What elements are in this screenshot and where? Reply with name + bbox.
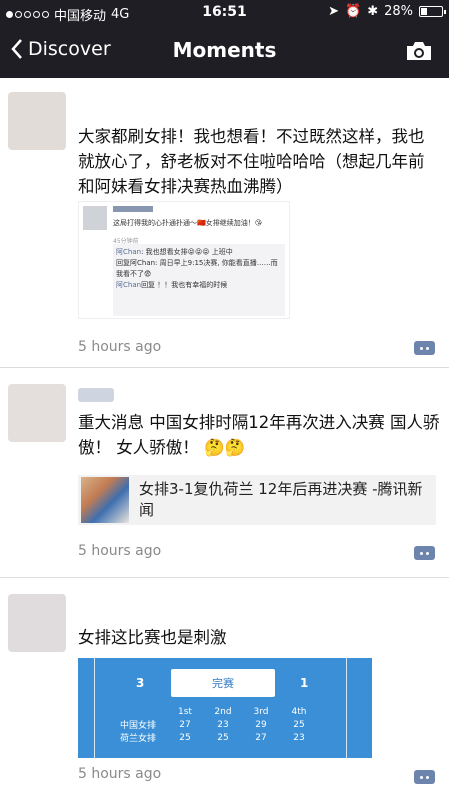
battery-icon xyxy=(419,6,446,17)
score-row: 中国女排 27 23 29 25 xyxy=(120,719,305,732)
post-text: 大家都刷女排！我也想看！不过既然这样，我也就放心了，舒老板对不住啦哈哈哈（想起几… xyxy=(78,127,425,196)
avatar[interactable] xyxy=(8,384,66,442)
post-text: 女排这比赛也是刺激 xyxy=(78,628,227,647)
moment-post: 女排这比赛也是刺激 3 完赛 1 1st 2nd 3rd 4th 中国女排 27… xyxy=(0,578,449,800)
post-image[interactable]: 这局打得我的心扑通扑通～🇨🇳女排继续加油！😘 45分钟前 阿Chan: 我也想看… xyxy=(78,201,290,319)
camera-icon[interactable] xyxy=(405,40,433,62)
bluetooth-icon: ✱ xyxy=(367,4,379,19)
moments-feed: 大家都刷女排！我也想看！不过既然这样，我也就放心了，舒老板对不住啦哈哈哈（想起几… xyxy=(0,78,449,800)
right-score: 1 xyxy=(300,676,309,690)
author-name[interactable] xyxy=(78,388,114,402)
battery-percent: 28% xyxy=(384,4,413,19)
top-bar: 中国移动 4G 16:51 ➤ ⏰ ✱ 28% Discover Moments xyxy=(0,0,449,78)
link-card[interactable]: 女排3-1复仇荷兰 12年后再进决赛 -腾讯新闻 xyxy=(78,475,436,525)
post-time: 5 hours ago xyxy=(78,766,162,782)
location-icon: ➤ xyxy=(328,4,339,19)
post-time: 5 hours ago xyxy=(78,339,162,355)
score-table: 1st 2nd 3rd 4th 中国女排 27 23 29 25 荷兰女排 25… xyxy=(120,705,318,745)
page-title: Moments xyxy=(172,38,277,62)
left-score: 3 xyxy=(136,676,145,690)
match-status: 完赛 xyxy=(171,669,275,697)
link-thumbnail xyxy=(81,477,129,523)
post-time: 5 hours ago xyxy=(78,543,162,559)
link-title: 女排3-1复仇荷兰 12年后再进决赛 -腾讯新闻 xyxy=(139,480,423,519)
comment-button[interactable] xyxy=(414,341,435,355)
score-row: 荷兰女排 25 25 27 23 xyxy=(120,732,305,745)
alarm-icon: ⏰ xyxy=(345,4,362,19)
post-text: 重大消息 中国女排时隔12年再次进入决赛 国人骄傲！ 女人骄傲！ 🤔🤔 xyxy=(78,413,440,457)
score-header: 1st 2nd 3rd 4th xyxy=(178,706,307,717)
moment-post: 大家都刷女排！我也想看！不过既然这样，我也就放心了，舒老板对不住啦哈哈哈（想起几… xyxy=(0,78,449,368)
nav-bar: Discover Moments xyxy=(0,26,449,78)
image-text: 这局打得我的心扑通扑通～🇨🇳女排继续加油！😘 xyxy=(113,219,263,227)
status-bar: 中国移动 4G 16:51 ➤ ⏰ ✱ 28% xyxy=(0,0,449,26)
avatar[interactable] xyxy=(8,92,66,150)
score-image[interactable]: 3 完赛 1 1st 2nd 3rd 4th 中国女排 27 23 29 25 xyxy=(78,658,372,758)
comment-button[interactable] xyxy=(414,546,435,560)
moment-post: 重大消息 中国女排时隔12年再次进入决赛 国人骄傲！ 女人骄傲！ 🤔🤔 女排3-… xyxy=(0,368,449,578)
image-comments: 阿Chan: 我也想看女排😝😝😝 上班中 回复阿Chan: 周日早上9:15决赛… xyxy=(113,244,285,316)
avatar[interactable] xyxy=(8,594,66,652)
comment-button[interactable] xyxy=(414,770,435,784)
